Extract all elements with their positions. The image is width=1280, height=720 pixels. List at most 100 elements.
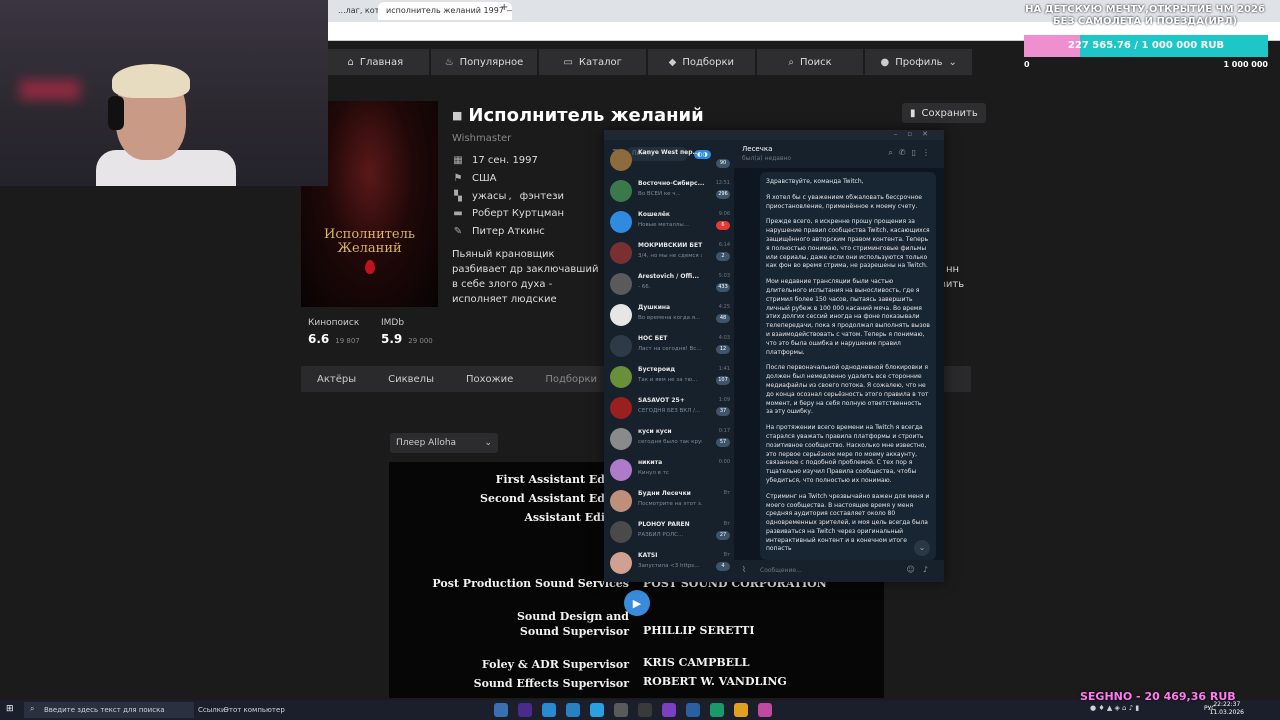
chat-avatar	[610, 521, 632, 543]
nav-profile[interactable]: ● Профиль ⌄	[865, 49, 973, 75]
emoji-mic-icons[interactable]: ☺♪	[907, 565, 936, 574]
play-button[interactable]: ▶	[624, 590, 650, 616]
nav-home[interactable]: ⌂ Главная	[322, 49, 429, 75]
goal-max: 1 000 000	[1223, 60, 1268, 69]
info-country: ⚑ США	[452, 173, 497, 184]
chat-item[interactable]: никита 0:00 Кинул в тс	[604, 456, 734, 487]
taskbar-clock[interactable]: 22:22:37 11.03.2026	[1210, 701, 1244, 717]
chat-item[interactable]: PLOHOY PAREN Вт РАЗБИЛ РОЛС... 27	[604, 518, 734, 549]
app-icon[interactable]	[638, 703, 652, 717]
scroll-down-button[interactable]: ⌄	[914, 540, 930, 556]
message-paragraph: Мои недавние трансляции были частью длит…	[766, 278, 930, 356]
chat-item[interactable]: Arestovich / Offi... 5:03 - 66. 433	[604, 270, 734, 301]
genre-link[interactable]: фэнтези	[520, 191, 564, 202]
obs-icon[interactable]	[686, 703, 700, 717]
taskbar-this-pc[interactable]: Этот компьютер	[224, 702, 285, 718]
unread-badge: 37	[716, 407, 730, 416]
chat-item[interactable]: Душкина 4:25 Во времена когда я... 48	[604, 301, 734, 332]
chat-avatar	[610, 552, 632, 574]
window-controls[interactable]: –▫✕	[894, 130, 938, 138]
contact-status: был(а) недавно	[742, 155, 792, 162]
tab-similar[interactable]: Похожие	[450, 374, 529, 385]
unread-badge: 12	[716, 345, 730, 354]
credit-role: Foley & ADR Supervisor	[481, 658, 629, 671]
info-date: ▦ 17 сен. 1997	[452, 155, 538, 166]
new-tab-button[interactable]: +	[500, 2, 508, 13]
browser-tab[interactable]: ...лаг, которые и...	[330, 2, 384, 20]
edge-icon[interactable]	[710, 703, 724, 717]
telegram-chat-pane: Лесечка был(а) недавно ⌕✆▯⋮ Здравствуйте…	[734, 140, 944, 582]
chat-item[interactable]: куси куси 0:17 сегодня было так круг... 57	[604, 425, 734, 456]
credit-name: ROBERT W. VANDLING	[643, 675, 787, 688]
home-icon: ⌂	[347, 56, 354, 68]
nav-search[interactable]: ⌕ Поиск	[756, 49, 864, 75]
chat-item[interactable]: Восточно-Сибирс... 12:51 Во ВСЕЙ ке ч... 29…	[604, 177, 734, 208]
taskbar-search[interactable]: Введите здесь текст для поиска	[24, 702, 194, 718]
nav-popular[interactable]: ♨ Популярное	[430, 49, 538, 75]
telegram-icon[interactable]	[566, 703, 580, 717]
credit-role: First Assistant Ed	[495, 473, 605, 486]
player-selector[interactable]: Плеер Alloha ⌄	[390, 433, 498, 453]
search-icon: ⌕	[30, 704, 35, 713]
unread-badge: 2	[716, 252, 730, 261]
message-bubble: Здравствуйте, команда Twitch, Я хотел бы …	[760, 172, 936, 560]
chat-item[interactable]: KATSI Вт Запустила <3 https... 4	[604, 549, 734, 580]
chat-item[interactable]: Будни Лесечки Вт Посмотрите на этот з...	[604, 487, 734, 518]
chat-item[interactable]: Kanye West пер... 90	[604, 146, 734, 177]
message-paragraph: Прежде всего, я искренне прошу прощения …	[766, 218, 930, 270]
writer[interactable]: Питер Аткинс	[472, 226, 545, 237]
chat-name: Kanye West пер...	[638, 149, 700, 156]
headphones	[108, 96, 124, 130]
goal-min: 0	[1024, 60, 1030, 69]
steam-icon[interactable]	[542, 703, 556, 717]
discord-icon[interactable]	[662, 703, 676, 717]
info-writer: ✎ Питер Аткинс	[452, 226, 545, 237]
chat-item[interactable]: SASAVOT 25+ 1:09 СЕГОДНЯ БЕЗ ВКЛ /... 37	[604, 394, 734, 425]
unread-badge: 107	[716, 376, 730, 385]
vpn-icon[interactable]	[590, 703, 604, 717]
chat-time: Вт	[723, 521, 730, 527]
tray-icons[interactable]: ● ♦ ▲ ◈ ⌂ ♪ ▮	[1090, 704, 1139, 712]
country[interactable]: США	[472, 173, 497, 184]
flag-icon: ⚑	[453, 173, 463, 184]
telegram-chat-list: ☰ Поиск ◐◑ Kanye West пер...90Восточно-С…	[604, 140, 734, 582]
nav-collections[interactable]: ◆ Подборки	[648, 49, 755, 75]
nav-catalog[interactable]: ▭ Каталог	[539, 49, 647, 75]
poster-title: Исполнитель Желаний	[324, 227, 415, 256]
tab-sequels[interactable]: Сиквелы	[372, 374, 450, 385]
chat-header-icons[interactable]: ⌕✆▯⋮	[888, 148, 936, 158]
windows-start-icon[interactable]: ⊞	[6, 704, 14, 714]
nav-label: Главная	[359, 56, 404, 68]
app-icon[interactable]	[758, 703, 772, 717]
tab-actors[interactable]: Актёры	[301, 374, 372, 385]
chat-item[interactable]: Бустероид 1:41 Так и явм не за тю... 107	[604, 363, 734, 394]
attach-icon[interactable]: ⌇	[742, 565, 746, 574]
chat-item[interactable]: НОС БЕТ 4:03 Ласт на сегодня! Вс... 12	[604, 332, 734, 363]
chrome-icon[interactable]	[734, 703, 748, 717]
taskbar-links[interactable]: Ссылки	[198, 702, 226, 718]
chevron-down-icon: ⌄	[918, 543, 926, 552]
file-explorer-icon[interactable]	[494, 703, 508, 717]
chat-preview: Во ВСЕЙ ке ч...	[638, 191, 681, 197]
chat-name: НОС БЕТ	[638, 335, 668, 342]
chat-time: 0:17	[718, 428, 730, 434]
chat-item[interactable]: МОКРИВСКИЙ БЕТ 6:14 3/4, но мы не сдемся з…	[604, 239, 734, 270]
director[interactable]: Роберт Куртцман	[472, 208, 564, 219]
chat-avatar	[610, 149, 632, 171]
save-button[interactable]: ▮ Сохранить	[902, 103, 986, 123]
tab-collections[interactable]: Подборки	[529, 374, 613, 385]
chat-preview: Так и явм не за тю...	[638, 377, 698, 383]
rating-count: 19 807	[335, 337, 360, 345]
unread-badge: 6	[716, 221, 730, 230]
settings-icon[interactable]	[614, 703, 628, 717]
chat-item[interactable]: Кошелёк 9:06 Новые металлы... 6	[604, 208, 734, 239]
genre-link[interactable]: ужасы	[472, 191, 506, 202]
telegram-window: –▫✕ ☰ Поиск ◐◑ Kanye West пер...90Восточ…	[604, 130, 944, 582]
nav-label: Подборки	[682, 56, 735, 68]
chat-header: Лесечка был(а) недавно ⌕✆▯⋮	[734, 140, 944, 168]
chevron-down-icon: ⌄	[484, 438, 492, 448]
release-date: 17 сен. 1997	[472, 155, 538, 166]
browser-tab-active[interactable]: исполнитель желаний 1997 — Я...	[378, 2, 512, 20]
premiere-icon[interactable]	[518, 703, 532, 717]
contact-name[interactable]: Лесечка	[742, 145, 772, 153]
